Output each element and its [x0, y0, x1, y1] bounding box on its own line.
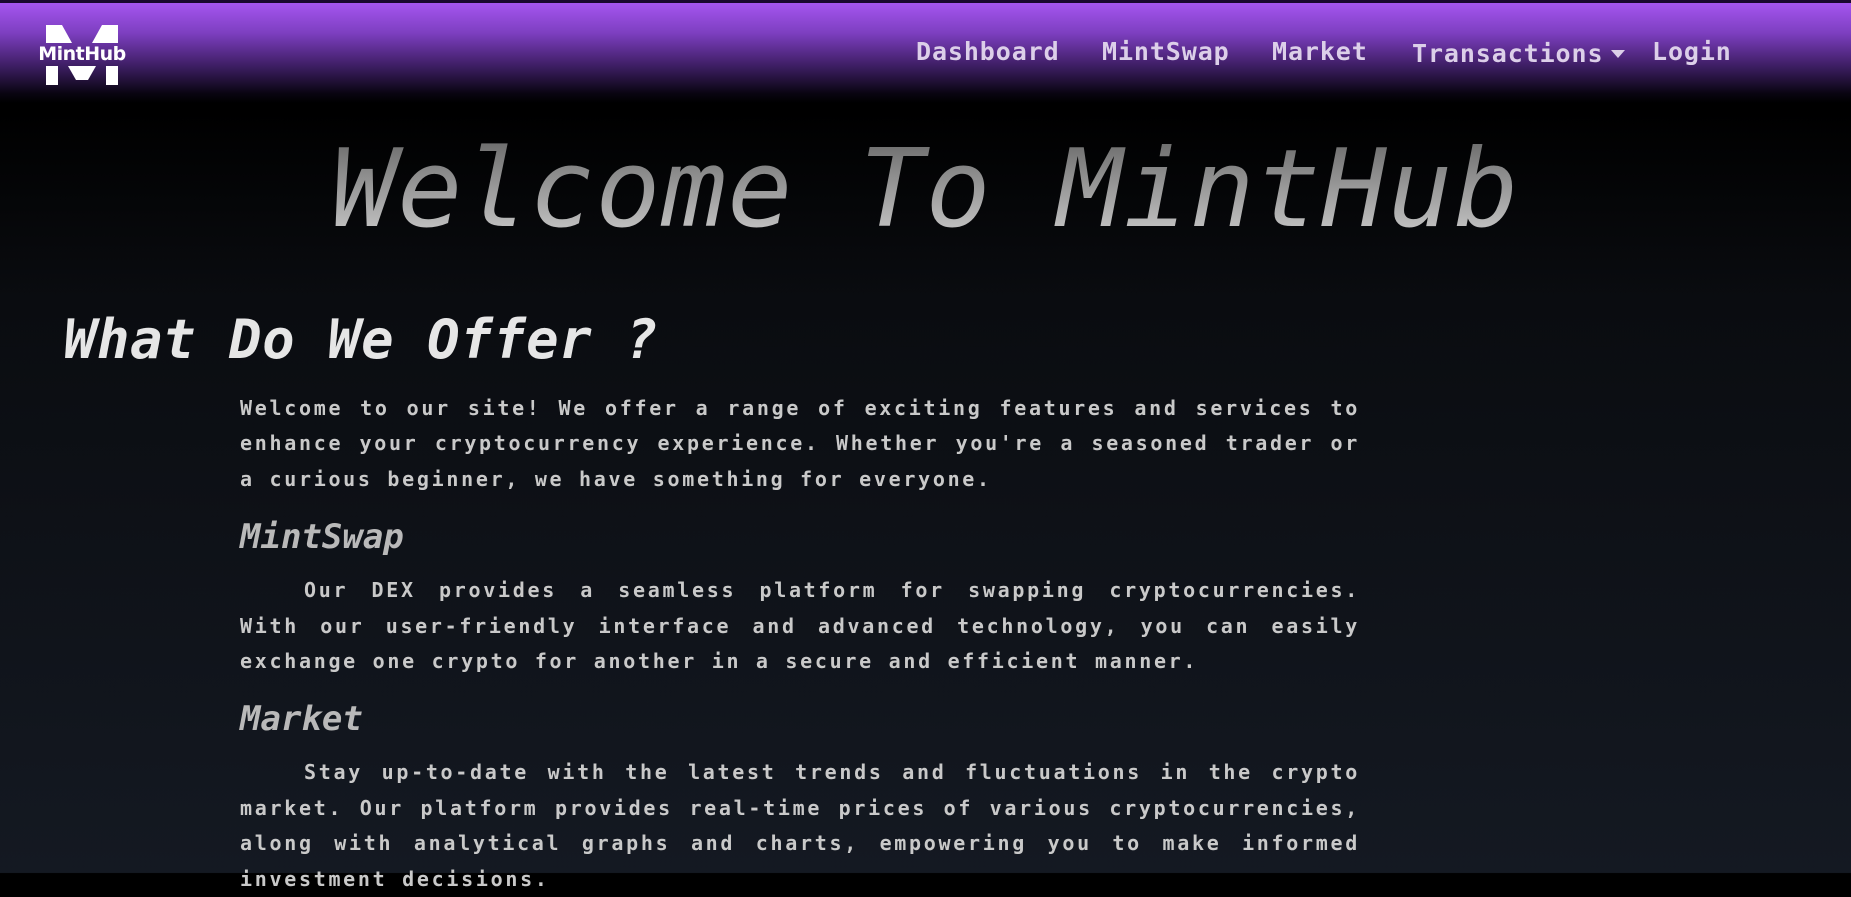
section-text-mintswap: Our DEX provides a seamless platform for… [240, 578, 1360, 674]
offer-heading: What Do We Offer ? [64, 308, 659, 371]
offer-content: Welcome to our site! We offer a range of… [240, 391, 1360, 897]
nav-transactions-dropdown[interactable]: Transactions [1412, 39, 1603, 68]
nav-mintswap[interactable]: MintSwap [1102, 37, 1230, 66]
minthub-logo[interactable]: MintHub [36, 25, 128, 85]
chevron-down-icon[interactable] [1611, 50, 1625, 58]
nav-market[interactable]: Market [1272, 37, 1368, 66]
logo-text: MintHub [38, 43, 126, 65]
section-title-market: Market [240, 699, 363, 740]
section-title-mintswap: MintSwap [240, 517, 404, 558]
section-text-market: Stay up-to-date with the latest trends a… [240, 760, 1360, 891]
nav-dashboard[interactable]: Dashboard [916, 37, 1060, 66]
hero-title: Welcome To MintHub [0, 130, 1851, 250]
navbar: MintHub Dashboard MintSwap Market Transa… [0, 3, 1851, 103]
intro-paragraph: Welcome to our site! We offer a range of… [240, 396, 1360, 491]
nav-login[interactable]: Login [1652, 37, 1732, 66]
